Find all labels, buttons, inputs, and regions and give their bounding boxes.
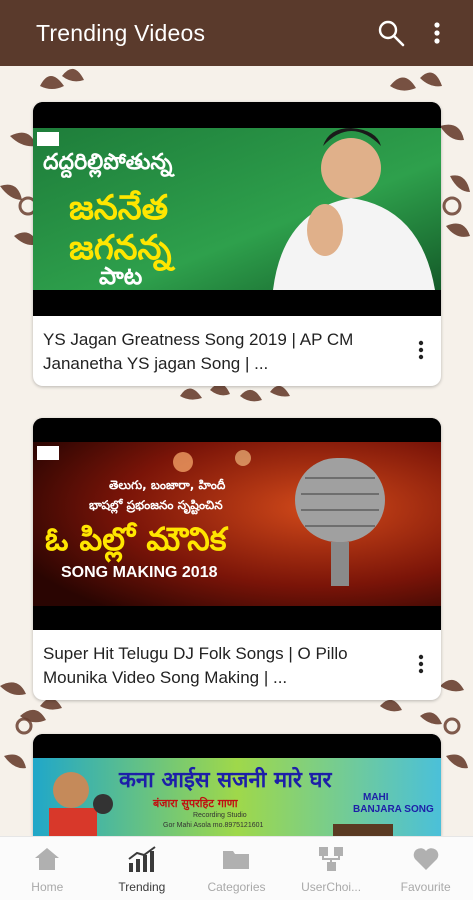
home-icon xyxy=(35,847,60,870)
nav-label-home: Home xyxy=(31,879,64,894)
more-vertical-icon xyxy=(418,654,424,674)
video-card[interactable]: कना आईस सजनी मारे घर बंजारा सुपरहिट गाणा… xyxy=(33,734,441,836)
thumbnail-caption-line-2: భాషల్లో ప్రభంజనం సృష్టించిన xyxy=(89,498,223,512)
thumbnail-caption-line-3: MAHI xyxy=(363,792,389,803)
nav-label-categories: Categories xyxy=(207,879,266,894)
nav-item-favourite[interactable]: Favourite xyxy=(378,837,473,900)
nav-item-trending[interactable]: Trending xyxy=(95,837,190,900)
trending-chart-icon xyxy=(128,845,156,872)
heart-icon xyxy=(413,847,438,870)
thumbnail-caption-line-1: దద్దరిల్లిపోతున్న xyxy=(43,150,173,175)
thumbnail-caption-line-2: बंजारा सुपरहिट गाणा xyxy=(153,797,238,810)
video-title[interactable]: Super Hit Telugu DJ Folk Songs | O Pillo… xyxy=(43,642,407,690)
nav-item-userchoice[interactable]: UserChoi... xyxy=(284,837,379,900)
bottom-navigation: Home Trending Categories UserChoi... Fav… xyxy=(0,836,473,900)
thumbnail-caption-line-4: పాట xyxy=(99,262,143,290)
video-options-button[interactable] xyxy=(407,328,435,372)
thumbnail-caption-line-5: Recording Studio xyxy=(193,812,247,819)
nav-item-home[interactable]: Home xyxy=(0,837,95,900)
app-bar: Trending Videos xyxy=(0,0,473,66)
video-title[interactable]: YS Jagan Greatness Song 2019 | AP CM Jan… xyxy=(43,328,407,376)
nav-label-userchoice: UserChoi... xyxy=(301,879,362,894)
video-thumbnail[interactable]: कना आईस सजनी मारे घर बंजारा सुपरहिट गाणा… xyxy=(33,734,441,836)
page-title: Trending Videos xyxy=(36,19,206,46)
video-thumbnail[interactable]: దద్దరిల్లిపోతున్న జననేత జగనన్న పాట xyxy=(33,102,441,316)
thumbnail-caption-line-4: BANJARA SONG xyxy=(353,804,434,815)
search-button[interactable] xyxy=(371,13,411,53)
overflow-menu-button[interactable] xyxy=(417,13,457,53)
thumbnail-caption-line-1: कना आईस सजनी मारे घर xyxy=(119,768,332,793)
search-icon xyxy=(378,20,405,47)
video-thumbnail[interactable]: తెలుగు, బంజారా, హిందీ భాషల్లో ప్రభంజనం స… xyxy=(33,418,441,630)
video-card[interactable]: దద్దరిల్లిపోతున్న జననేత జగనన్న పాట YS Ja… xyxy=(33,102,441,386)
thumbnail-caption-line-4: SONG MAKING 2018 xyxy=(61,564,218,581)
more-vertical-icon xyxy=(434,22,440,44)
nav-label-favourite: Favourite xyxy=(400,879,451,894)
video-options-button[interactable] xyxy=(407,642,435,686)
nav-item-categories[interactable]: Categories xyxy=(189,837,284,900)
video-card[interactable]: తెలుగు, బంజారా, హిందీ భాషల్లో ప్రభంజనం స… xyxy=(33,418,441,700)
nav-label-trending: Trending xyxy=(118,879,166,894)
thumbnail-caption-line-6: Gor Mahi Asola mo.8975121601 xyxy=(163,822,264,829)
user-choice-icon xyxy=(319,846,344,871)
thumbnail-caption-line-3: ఓ పిల్లో మౌనిక xyxy=(45,520,227,558)
folder-icon xyxy=(223,850,250,869)
thumbnail-caption-line-1: తెలుగు, బంజారా, హిందీ xyxy=(109,478,226,492)
more-vertical-icon xyxy=(418,340,424,360)
